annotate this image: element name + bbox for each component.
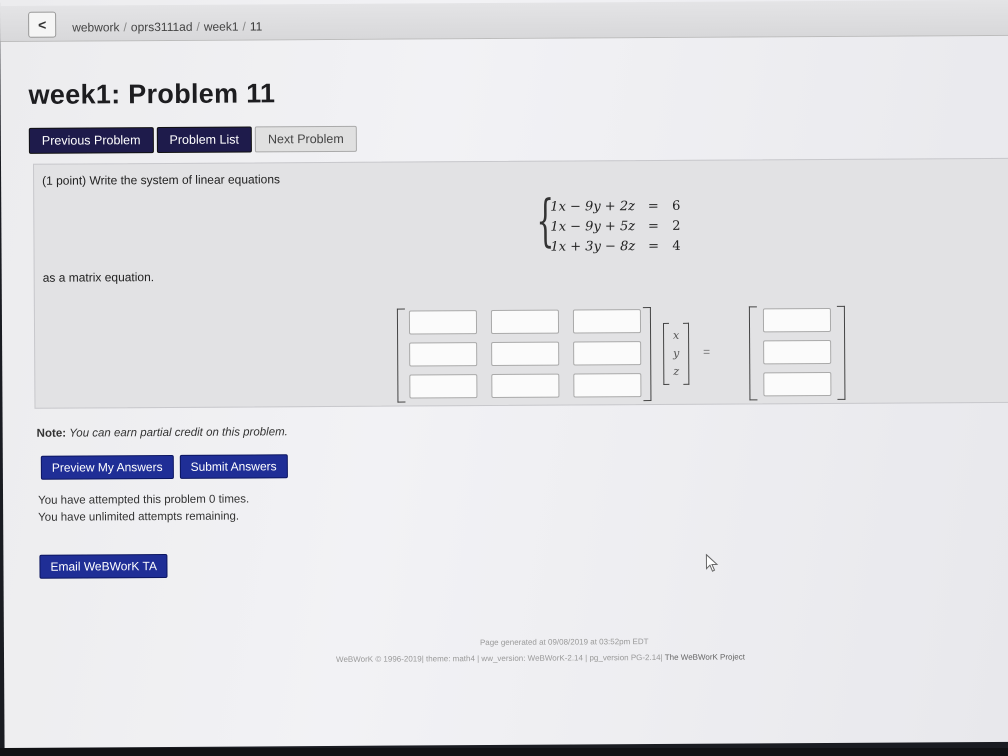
coef-input-2-3[interactable] <box>573 341 642 366</box>
note-text: You can earn partial credit on this prob… <box>69 426 288 440</box>
problem-box: (1 point) Write the system of linear equ… <box>33 157 1008 409</box>
submit-answers-button[interactable]: Submit Answers <box>179 454 288 479</box>
equation-lhs: 1x − 9y + 5z <box>550 219 636 235</box>
equation-row: 1x + 3y − 8z = 4 <box>550 239 686 260</box>
matrix-equation: x y z = <box>396 305 846 403</box>
problem-list-button[interactable]: Problem List <box>156 126 253 154</box>
problem-prompt: (1 point) Write the system of linear equ… <box>42 172 281 188</box>
coef-input-3-2[interactable] <box>491 373 560 399</box>
breadcrumb-webwork[interactable]: webwork <box>72 20 119 34</box>
breadcrumb-bar: < webwork / oprs3111ad / week1/11 <box>0 0 1008 42</box>
rhs-input-1[interactable] <box>762 307 832 333</box>
equation-equals: = <box>647 218 659 235</box>
equation-equals: = <box>647 198 659 215</box>
rhs-bracket-left <box>748 306 758 401</box>
breadcrumb: webwork / oprs3111ad / week1/11 <box>72 19 262 34</box>
vector-bracket-right <box>682 322 690 385</box>
footer-project-link[interactable]: The WeBWorK Project <box>665 652 745 661</box>
rhs-input-2[interactable] <box>763 339 832 365</box>
coef-input-3-1[interactable] <box>409 374 478 399</box>
breadcrumb-separator: / <box>196 19 200 34</box>
chevron-left-icon: < <box>38 16 47 33</box>
equation-system: { 1x − 9y + 2z = 6 1x − 9y + 5z = 2 1x +… <box>536 189 696 260</box>
variable-y: y <box>673 346 680 360</box>
monitor-bezel <box>0 748 1008 756</box>
breadcrumb-problem: 11 <box>249 19 263 34</box>
attempts-remaining: You have unlimited attempts remaining. <box>38 510 240 524</box>
attempt-status: You have attempted this problem 0 times.… <box>38 491 249 526</box>
coef-input-3-3[interactable] <box>573 373 642 398</box>
footer-info: WeBWorK © 1996-2019| theme: math4 | ww_v… <box>336 652 745 663</box>
rhs-bracket-right <box>836 305 846 400</box>
equation-row: 1x − 9y + 5z = 2 <box>550 219 686 240</box>
breadcrumb-set[interactable]: week1 <box>204 20 239 34</box>
browser-screen: < webwork / oprs3111ad / week1/11 week1: Pro… <box>0 0 1008 748</box>
back-button[interactable]: < <box>28 11 57 38</box>
variable-z: z <box>673 364 680 378</box>
breadcrumb-course[interactable]: oprs3111ad <box>131 20 193 34</box>
matrix-bracket-left <box>396 308 406 403</box>
previous-problem-button[interactable]: Previous Problem <box>28 127 154 154</box>
problem-prompt-matrix: as a matrix equation. <box>42 270 155 285</box>
equation-lhs: 1x − 9y + 2z <box>550 199 635 215</box>
breadcrumb-separator: / <box>242 19 246 34</box>
equation-lhs: 1x + 3y − 8z <box>550 239 636 255</box>
footer-generated: Page generated at 09/08/2019 at 03:52pm … <box>479 637 649 648</box>
matrix-equals: = <box>703 344 711 359</box>
coef-input-1-1[interactable] <box>408 310 478 335</box>
answer-actions: Preview My Answers Submit Answers <box>40 454 288 480</box>
note-label: Note: <box>36 427 67 440</box>
problem-nav: Previous Problem Problem List Next Probl… <box>28 125 357 154</box>
attempts-count: You have attempted this problem 0 times. <box>38 493 250 507</box>
coef-input-2-2[interactable] <box>491 341 560 367</box>
variable-x: x <box>672 328 680 342</box>
footer-version: WeBWorK © 1996-2019| theme: math4 | ww_v… <box>336 652 663 664</box>
equation-equals: = <box>648 238 660 255</box>
equation-rhs: 2 <box>672 218 681 234</box>
equation-row: 1x − 9y + 2z = 6 <box>550 199 686 220</box>
coef-input-1-2[interactable] <box>490 309 560 335</box>
coef-input-2-1[interactable] <box>409 342 478 367</box>
mouse-cursor-icon <box>705 553 719 572</box>
breadcrumb-separator: / <box>123 20 127 35</box>
rhs-input-3[interactable] <box>763 371 832 397</box>
email-ta-button[interactable]: Email WeBWorK TA <box>39 553 169 579</box>
page-title: week1: Problem 11 <box>28 78 276 110</box>
coef-input-1-3[interactable] <box>572 309 642 334</box>
equation-rhs: 6 <box>672 198 681 214</box>
equation-rhs: 4 <box>672 238 681 254</box>
preview-answers-button[interactable]: Preview My Answers <box>40 454 174 480</box>
partial-credit-note: Note: You can earn partial credit on thi… <box>37 426 288 440</box>
next-problem-button[interactable]: Next Problem <box>254 125 357 153</box>
matrix-bracket-right <box>642 307 652 402</box>
